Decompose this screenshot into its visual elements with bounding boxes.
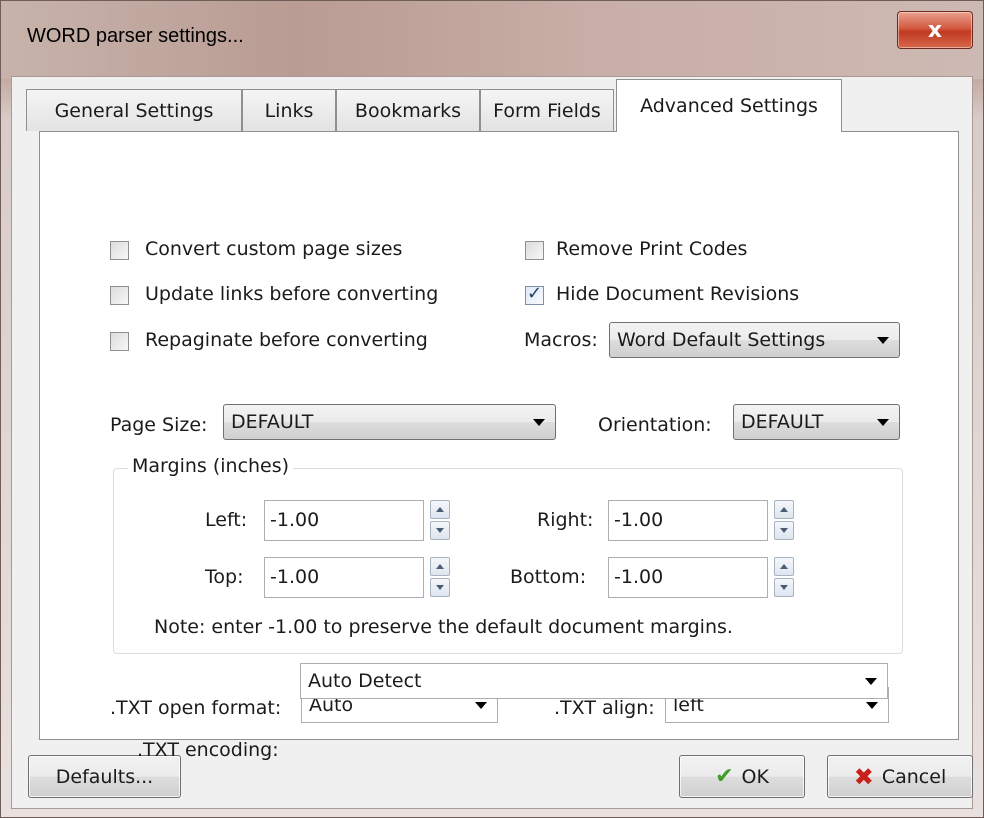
tab-form-fields[interactable]: Form Fields — [480, 89, 614, 131]
cancel-button-label: Cancel — [881, 765, 947, 788]
orientation-value: DEFAULT — [741, 411, 824, 433]
update-links-checkbox[interactable] — [110, 286, 129, 305]
repaginate-checkbox[interactable] — [110, 332, 129, 351]
ok-button[interactable]: ✔ OK — [679, 755, 805, 798]
left-margin-label: Left: — [205, 509, 248, 531]
arrow-down-icon — [780, 585, 788, 590]
dialog-body: General Settings Links Bookmarks Form Fi… — [11, 76, 973, 809]
top-margin-input[interactable] — [270, 566, 410, 588]
defaults-button[interactable]: Defaults... — [28, 755, 181, 798]
arrow-down-icon — [436, 585, 444, 590]
chevron-down-icon — [475, 702, 487, 709]
right-margin-field[interactable] — [608, 500, 768, 541]
hide-document-revisions-checkbox[interactable]: ✓ — [525, 283, 544, 305]
remove-print-codes-label: Remove Print Codes — [556, 238, 748, 260]
left-margin-input[interactable] — [270, 509, 410, 531]
chevron-down-icon — [877, 419, 889, 426]
repaginate-label: Repaginate before converting — [145, 329, 428, 351]
increment-button[interactable] — [430, 500, 450, 519]
orientation-label: Orientation: — [598, 414, 712, 436]
tab-label: Form Fields — [493, 99, 601, 122]
dialog-window: WORD parser settings... x General Settin… — [0, 0, 984, 818]
hide-document-revisions-label: Hide Document Revisions — [556, 283, 800, 305]
increment-button[interactable] — [774, 500, 794, 519]
bottom-margin-spinner[interactable] — [774, 557, 794, 598]
chevron-down-icon — [866, 702, 878, 709]
orientation-dropdown[interactable]: DEFAULT — [733, 404, 900, 440]
right-margin-spinner[interactable] — [774, 500, 794, 541]
txt-encoding-label: .TXT encoding: — [137, 739, 279, 761]
convert-custom-page-sizes-checkbox[interactable] — [110, 241, 129, 260]
macros-value: Word Default Settings — [617, 329, 826, 351]
tab-advanced-settings[interactable]: Advanced Settings — [616, 79, 842, 132]
page-size-value: DEFAULT — [231, 411, 314, 433]
decrement-button[interactable] — [774, 521, 794, 540]
macros-dropdown[interactable]: Word Default Settings — [609, 322, 900, 358]
arrow-up-icon — [436, 564, 444, 569]
arrow-down-icon — [436, 528, 444, 533]
page-size-label: Page Size: — [110, 414, 208, 436]
decrement-button[interactable] — [774, 578, 794, 597]
txt-encoding-value: Auto Detect — [308, 670, 422, 692]
tab-label: Advanced Settings — [640, 95, 818, 117]
cancel-button[interactable]: ✖ Cancel — [827, 755, 973, 798]
decrement-button[interactable] — [430, 521, 450, 540]
remove-print-codes-checkbox[interactable] — [525, 241, 544, 260]
margins-note: Note: enter -1.00 to preserve the defaul… — [154, 616, 733, 638]
left-margin-field[interactable] — [264, 500, 424, 541]
bottom-margin-input[interactable] — [614, 566, 754, 588]
close-button[interactable]: x — [897, 11, 973, 49]
arrow-down-icon — [780, 528, 788, 533]
check-icon: ✔ — [715, 764, 734, 789]
increment-button[interactable] — [430, 557, 450, 576]
txt-align-label: .TXT align: — [554, 697, 655, 719]
title-bar[interactable]: WORD parser settings... x — [1, 1, 983, 79]
arrow-up-icon — [780, 507, 788, 512]
txt-open-format-label: .TXT open format: — [110, 697, 282, 719]
chevron-down-icon — [865, 678, 877, 685]
arrow-up-icon — [436, 507, 444, 512]
right-margin-input[interactable] — [614, 509, 754, 531]
advanced-settings-panel: Convert custom page sizes Update links b… — [39, 131, 959, 740]
tab-label: Bookmarks — [354, 99, 462, 122]
macros-label: Macros: — [524, 329, 598, 351]
tab-links[interactable]: Links — [242, 89, 336, 131]
increment-button[interactable] — [774, 557, 794, 576]
chevron-down-icon — [877, 337, 889, 344]
close-icon: x — [927, 17, 943, 43]
window-title: WORD parser settings... — [27, 25, 244, 47]
update-links-label: Update links before converting — [145, 283, 439, 305]
page-size-dropdown[interactable]: DEFAULT — [223, 404, 556, 440]
arrow-up-icon — [780, 564, 788, 569]
tab-label: General Settings — [54, 99, 214, 122]
defaults-button-label: Defaults... — [55, 765, 154, 788]
convert-custom-page-sizes-label: Convert custom page sizes — [145, 238, 403, 260]
top-margin-label: Top: — [205, 566, 244, 588]
left-margin-spinner[interactable] — [430, 500, 450, 541]
top-margin-field[interactable] — [264, 557, 424, 598]
tab-bookmarks[interactable]: Bookmarks — [336, 89, 480, 131]
tab-general-settings[interactable]: General Settings — [26, 89, 242, 131]
checkmark-icon: ✓ — [527, 283, 543, 304]
right-margin-label: Right: — [537, 509, 594, 531]
bottom-margin-field[interactable] — [608, 557, 768, 598]
margins-group-label: Margins (inches) — [128, 455, 294, 477]
decrement-button[interactable] — [430, 578, 450, 597]
chevron-down-icon — [533, 419, 545, 426]
cancel-icon: ✖ — [853, 762, 874, 791]
bottom-margin-label: Bottom: — [510, 566, 587, 588]
txt-encoding-dropdown[interactable]: Auto Detect — [300, 663, 888, 699]
tab-label: Links — [264, 99, 314, 122]
top-margin-spinner[interactable] — [430, 557, 450, 598]
ok-button-label: OK — [741, 765, 769, 788]
